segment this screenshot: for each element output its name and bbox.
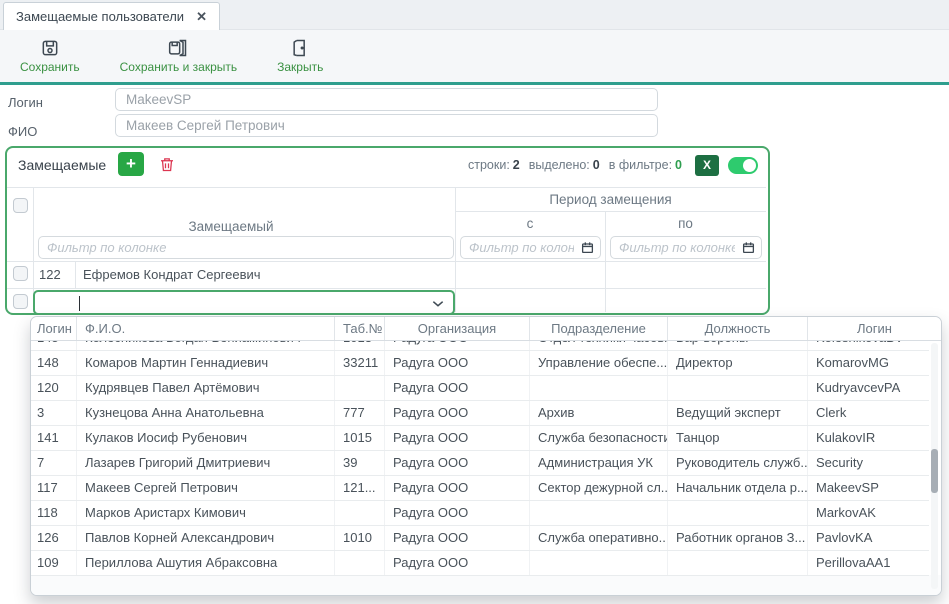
to-column-header: по — [605, 216, 766, 231]
fio-label: ФИО — [8, 124, 37, 139]
excel-export-button[interactable]: X — [695, 155, 719, 176]
fio-field[interactable] — [115, 114, 658, 137]
dd-header-id: Логин — [31, 317, 77, 340]
substituted-panel: Замещаемые + строки:2 выделено:0 в фильт… — [5, 146, 770, 315]
main-filter-input[interactable] — [38, 236, 454, 259]
tab-substituted-users[interactable]: Замещаемые пользователи ✕ — [3, 2, 220, 30]
selected-stat: выделено:0 — [529, 158, 600, 172]
in-filter-stat: в фильтре:0 — [609, 158, 682, 172]
save-and-close-button[interactable]: Сохранить и закрыть — [114, 36, 243, 76]
from-filter — [460, 236, 601, 259]
door-icon — [290, 38, 310, 58]
dropdown-row[interactable]: 120Кудрявцев Павел АртёмовичРадуга ОООKu… — [31, 376, 929, 401]
calendar-icon[interactable] — [742, 241, 755, 259]
dropdown-row[interactable]: 7Лазарев Григорий Дмитриевич39Радуга ООО… — [31, 451, 929, 476]
dropdown-row[interactable]: 118Марков Аристарх КимовичРадуга ОООMark… — [31, 501, 929, 526]
toggle-knob — [743, 159, 756, 172]
dd-header-dep: Подразделение — [530, 317, 668, 340]
panel-stats: строки:2 выделено:0 в фильтре:0 X — [468, 153, 758, 177]
dropdown-row[interactable]: 3Кузнецова Анна Анатольевна777Радуга ООО… — [31, 401, 929, 426]
main-column-header: Замещаемый — [7, 219, 455, 234]
login-field[interactable] — [115, 88, 658, 111]
close-button[interactable]: Закрыть — [271, 36, 329, 76]
save-and-close-label: Сохранить и закрыть — [120, 60, 237, 74]
from-filter-input[interactable] — [460, 236, 601, 259]
grid-row-separator — [7, 288, 766, 289]
calendar-icon[interactable] — [581, 241, 594, 259]
save-and-close-icon — [167, 38, 189, 58]
panel-title: Замещаемые — [18, 157, 106, 173]
toolbar: Сохранить Сохранить и закрыть Закрыть — [0, 30, 949, 85]
login-label: Логин — [8, 95, 43, 110]
dropdown-header-row: Логин Ф.И.О. Таб.№ Организация Подраздел… — [31, 317, 941, 341]
tab-title: Замещаемые пользователи — [16, 9, 184, 24]
chevron-down-icon[interactable] — [431, 297, 445, 315]
to-filter-input[interactable] — [610, 236, 762, 259]
dropdown-row[interactable]: 141Кулаков Иосиф Рубенович1015Радуга ООО… — [31, 426, 929, 451]
grid-header-bottomline — [7, 261, 766, 262]
dropdown-rows: 145Колесникова Богдан Вениаминович1013Ра… — [31, 326, 941, 576]
text-cursor — [79, 296, 80, 311]
to-filter — [610, 236, 762, 259]
period-group-header: Период замещения — [455, 192, 766, 207]
substituted-combobox[interactable] — [33, 290, 455, 315]
tab-close-icon[interactable]: ✕ — [196, 9, 207, 25]
row-checkbox[interactable] — [13, 266, 28, 281]
row-name: Ефремов Кондрат Сергеевич — [83, 267, 261, 282]
row-id: 122 — [39, 267, 61, 282]
grid-group-underline — [455, 211, 766, 212]
filter-toggle[interactable] — [728, 157, 758, 174]
tab-bar: Замещаемые пользователи ✕ — [0, 0, 949, 30]
dd-header-org: Организация — [385, 317, 530, 340]
dd-header-login: Логин — [808, 317, 941, 340]
from-column-header: с — [455, 216, 605, 231]
dropdown-row[interactable]: 126Павлов Корней Александрович1010Радуга… — [31, 526, 929, 551]
save-icon — [40, 38, 60, 58]
dropdown-footer — [31, 575, 941, 595]
dd-header-post: Должность — [668, 317, 808, 340]
close-label: Закрыть — [277, 60, 323, 74]
dd-header-tab: Таб.№ — [335, 317, 385, 340]
delete-row-button[interactable] — [158, 155, 176, 179]
dropdown-row[interactable]: 148Комаров Мартин Геннадиевич33211Радуга… — [31, 351, 929, 376]
save-label: Сохранить — [20, 60, 80, 74]
rows-stat: строки:2 — [468, 158, 520, 172]
row-checkbox[interactable] — [13, 294, 28, 309]
select-all-checkbox[interactable] — [13, 198, 28, 213]
save-button[interactable]: Сохранить — [14, 36, 86, 76]
combobox-dropdown: Логин Ф.И.О. Таб.№ Организация Подраздел… — [30, 316, 942, 596]
dropdown-row[interactable]: 109Периллова Ашутия АбраксовнаРадуга ООО… — [31, 551, 929, 576]
dd-header-fio: Ф.И.О. — [77, 317, 335, 340]
add-row-button[interactable]: + — [118, 152, 144, 176]
grid-vline-id — [75, 261, 76, 288]
dropdown-row[interactable]: 117Макеев Сергей Петрович121...Радуга ОО… — [31, 476, 929, 501]
grid-header-topline — [7, 187, 766, 188]
